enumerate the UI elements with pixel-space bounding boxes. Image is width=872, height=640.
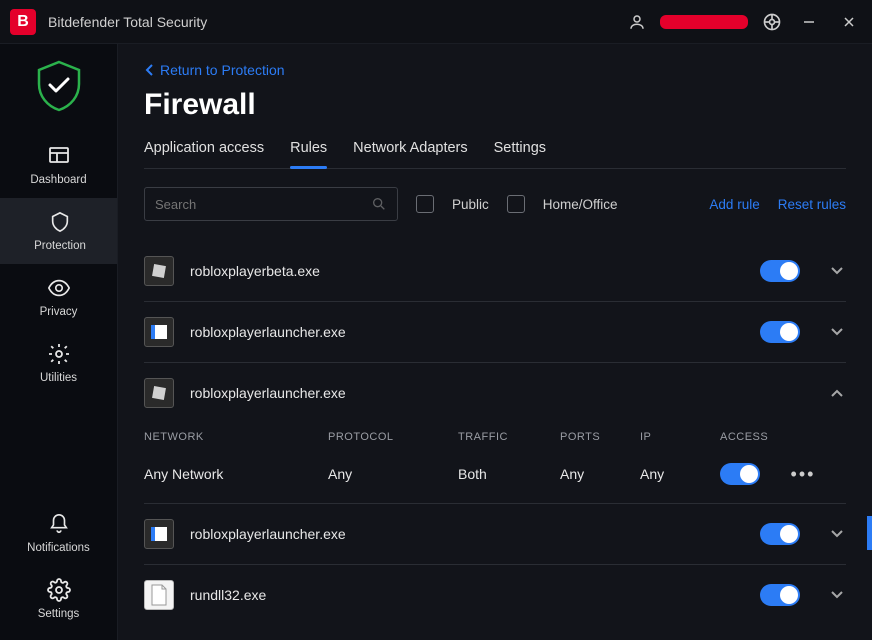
tab-rules[interactable]: Rules: [290, 140, 327, 168]
breadcrumb-label: Return to Protection: [160, 62, 285, 78]
sidebar-item-settings[interactable]: Settings: [0, 566, 117, 632]
chevron-down-icon: [830, 590, 844, 600]
app-logo: B: [10, 9, 36, 35]
expand-button[interactable]: [828, 586, 846, 604]
sidebar-item-label: Settings: [38, 608, 80, 620]
app-title: Bitdefender Total Security: [48, 14, 628, 30]
checkbox-home[interactable]: [507, 195, 525, 213]
sidebar-item-privacy[interactable]: Privacy: [0, 264, 117, 330]
reset-rules-link[interactable]: Reset rules: [778, 197, 846, 212]
sidebar-item-protection[interactable]: Protection: [0, 198, 117, 264]
tab-application-access[interactable]: Application access: [144, 140, 264, 168]
rule-name: robloxplayerlauncher.exe: [190, 385, 800, 401]
tabs: Application access Rules Network Adapter…: [144, 140, 846, 169]
chevron-up-icon: [830, 388, 844, 398]
sidebar-item-label: Utilities: [40, 372, 77, 384]
sidebar: Dashboard Protection Privacy Utilities N…: [0, 44, 118, 640]
cell-ip: Any: [640, 466, 720, 482]
rule-toggle[interactable]: [760, 523, 800, 545]
checkbox-public-label[interactable]: Public: [452, 197, 489, 212]
detail-header: NETWORK PROTOCOL TRAFFIC PORTS IP ACCESS: [144, 423, 846, 453]
sidebar-item-notifications[interactable]: Notifications: [0, 500, 117, 566]
tab-settings[interactable]: Settings: [494, 140, 546, 168]
col-protocol: PROTOCOL: [328, 431, 458, 443]
collapse-button[interactable]: [828, 384, 846, 402]
app-icon: [144, 256, 174, 286]
sidebar-item-label: Protection: [34, 240, 86, 252]
checkbox-home-label[interactable]: Home/Office: [543, 197, 618, 212]
utilities-icon: [47, 342, 71, 366]
more-button[interactable]: •••: [790, 464, 816, 485]
dashboard-icon: [47, 144, 71, 168]
col-ip: IP: [640, 431, 720, 443]
rule-row: robloxplayerlauncher.exe: [144, 504, 846, 565]
rule-toggle[interactable]: [760, 584, 800, 606]
search-icon: [371, 196, 387, 212]
search-input[interactable]: [155, 197, 371, 212]
rule-row-expanded: robloxplayerlauncher.exe NETWORK PROTOCO…: [144, 363, 846, 504]
cell-protocol: Any: [328, 466, 458, 482]
expand-button[interactable]: [828, 262, 846, 280]
detail-row: Any Network Any Both Any Any •••: [144, 453, 846, 503]
rule-name: rundll32.exe: [190, 587, 744, 603]
rule-row: robloxplayerbeta.exe: [144, 241, 846, 302]
chevron-left-icon: [144, 63, 154, 77]
username-redacted: [660, 15, 748, 29]
col-network: NETWORK: [144, 431, 328, 443]
app-icon: [144, 519, 174, 549]
sidebar-item-label: Privacy: [40, 306, 78, 318]
col-access: ACCESS: [720, 431, 846, 443]
sidebar-item-utilities[interactable]: Utilities: [0, 330, 117, 396]
col-traffic: TRAFFIC: [458, 431, 560, 443]
user-icon[interactable]: [628, 13, 646, 31]
rule-name: robloxplayerlauncher.exe: [190, 324, 744, 340]
rule-row: rundll32.exe: [144, 565, 846, 625]
protection-icon: [48, 210, 72, 234]
rule-row: robloxplayerlauncher.exe: [144, 302, 846, 363]
cell-ports: Any: [560, 466, 640, 482]
rule-toggle[interactable]: [760, 321, 800, 343]
chevron-down-icon: [830, 266, 844, 276]
minimize-button[interactable]: [796, 9, 822, 35]
rule-name: robloxplayerlauncher.exe: [190, 526, 744, 542]
status-shield-icon: [31, 58, 87, 114]
search-field-wrap: [144, 187, 398, 221]
sidebar-item-label: Notifications: [27, 542, 90, 554]
cell-network: Any Network: [144, 466, 328, 482]
close-button[interactable]: [836, 9, 862, 35]
privacy-icon: [47, 276, 71, 300]
page-title: Firewall: [144, 88, 846, 122]
app-icon: [144, 378, 174, 408]
app-icon: [144, 580, 174, 610]
toolbar: Public Home/Office Add rule Reset rules: [144, 187, 846, 221]
sidebar-item-label: Dashboard: [30, 174, 86, 186]
checkbox-public[interactable]: [416, 195, 434, 213]
col-ports: PORTS: [560, 431, 640, 443]
scroll-accent: [867, 516, 872, 550]
rule-name: robloxplayerbeta.exe: [190, 263, 744, 279]
app-icon: [144, 317, 174, 347]
rule-toggle[interactable]: [760, 260, 800, 282]
breadcrumb-back[interactable]: Return to Protection: [144, 62, 846, 78]
tab-network-adapters[interactable]: Network Adapters: [353, 140, 467, 168]
gear-icon: [47, 578, 71, 602]
cell-traffic: Both: [458, 466, 560, 482]
main-panel: Return to Protection Firewall Applicatio…: [118, 44, 872, 640]
add-rule-link[interactable]: Add rule: [709, 197, 759, 212]
help-icon[interactable]: [762, 12, 782, 32]
sidebar-item-dashboard[interactable]: Dashboard: [0, 132, 117, 198]
title-bar: B Bitdefender Total Security: [0, 0, 872, 44]
rules-list: robloxplayerbeta.exe robloxplayerlaunche…: [144, 241, 846, 625]
detail-toggle[interactable]: [720, 463, 760, 485]
chevron-down-icon: [830, 529, 844, 539]
expand-button[interactable]: [828, 323, 846, 341]
expand-button[interactable]: [828, 525, 846, 543]
chevron-down-icon: [830, 327, 844, 337]
bell-icon: [47, 512, 71, 536]
